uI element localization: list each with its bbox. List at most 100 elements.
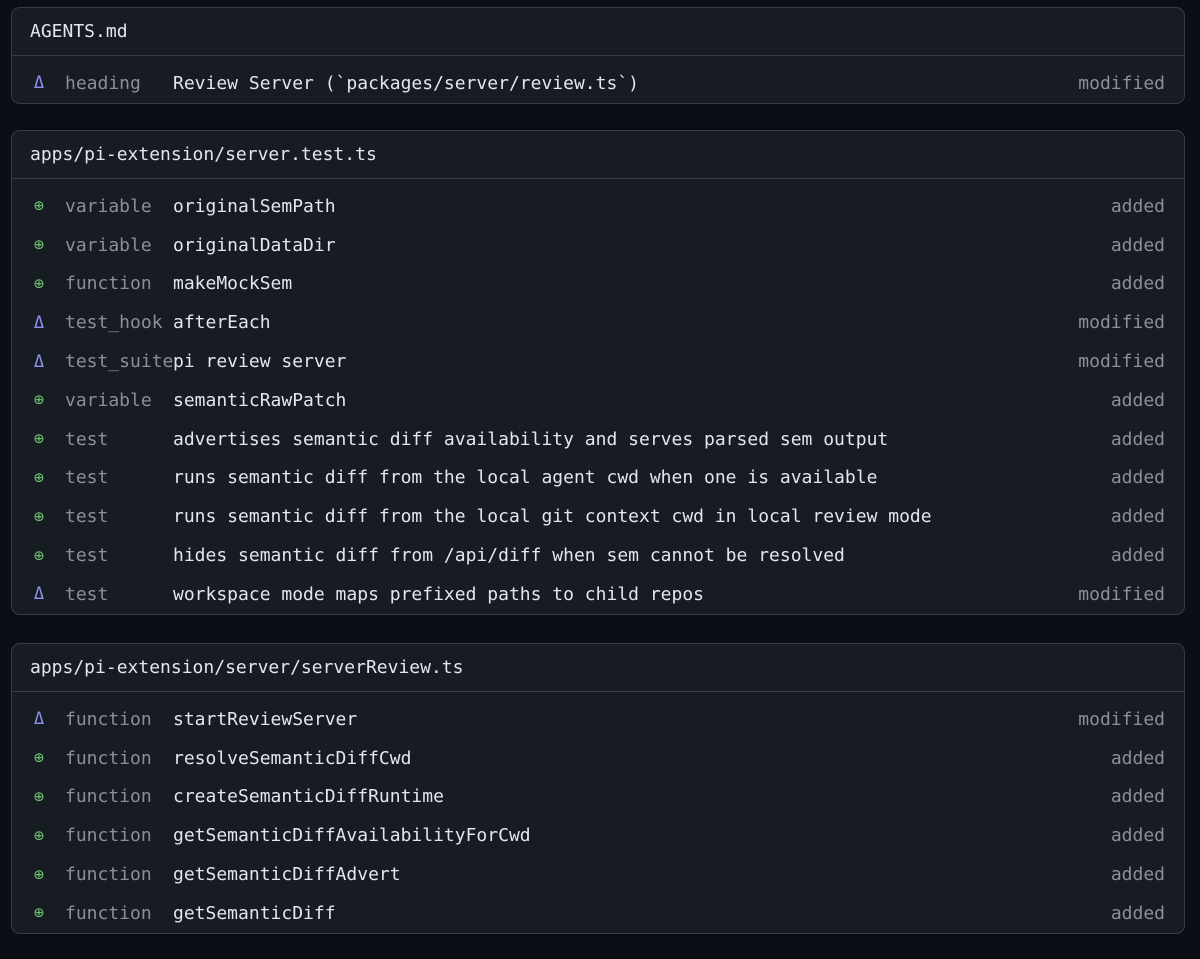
entity-name: semanticRawPatch: [173, 389, 347, 411]
change-row[interactable]: Δtest workspace mode maps prefixed paths …: [12, 575, 1184, 614]
change-status: added: [1110, 545, 1165, 567]
change-row[interactable]: Δfunction startReviewServer modified: [12, 700, 1184, 739]
entity-name: getSemanticDiff: [173, 902, 336, 924]
added-icon: ⊕: [33, 864, 45, 885]
entity-name: startReviewServer: [173, 708, 358, 730]
entity-name: runs semantic diff from the local agent …: [173, 467, 878, 489]
change-status: modified: [1078, 72, 1165, 94]
entity-kind: test: [65, 545, 109, 567]
entity-kind: variable: [65, 195, 152, 217]
change-status: modified: [1078, 708, 1165, 730]
added-icon: ⊕: [33, 506, 45, 527]
change-status: modified: [1078, 583, 1165, 605]
change-row[interactable]: ⊕ test hides semantic diff from /api/diff …: [12, 536, 1184, 575]
change-status: added: [1110, 234, 1165, 256]
file-path-header[interactable]: apps/pi-extension/server.test.ts: [12, 131, 1184, 179]
added-icon: ⊕: [33, 429, 45, 450]
entity-kind: function: [65, 825, 152, 847]
change-list: Δfunction startReviewServer modified ⊕ funct…: [12, 692, 1184, 933]
added-icon: ⊕: [33, 748, 45, 769]
change-status: added: [1110, 273, 1165, 295]
change-status: added: [1110, 825, 1165, 847]
entity-name: runs semantic diff from the local git co…: [173, 506, 932, 528]
entity-name: pi review server: [173, 351, 347, 373]
entity-name: getSemanticDiffAdvert: [173, 864, 401, 886]
change-row[interactable]: ⊕ function getSemanticDiffAvailabilityForC…: [12, 816, 1184, 855]
entity-kind: function: [65, 708, 152, 730]
modified-icon: Δ: [33, 709, 45, 730]
change-status: added: [1110, 389, 1165, 411]
entity-name: resolveSemanticDiffCwd: [173, 747, 412, 769]
added-icon: ⊕: [33, 273, 45, 294]
entity-name: Review Server (`packages/server/review.t…: [173, 72, 639, 94]
entity-name: advertises semantic diff availability an…: [173, 428, 889, 450]
entity-kind: function: [65, 786, 152, 808]
added-icon: ⊕: [33, 390, 45, 411]
change-row[interactable]: ⊕ function createSemanticDiffRuntime added: [12, 778, 1184, 817]
change-status: added: [1110, 428, 1165, 450]
entity-kind: test_hook: [65, 312, 163, 334]
entity-name: hides semantic diff from /api/diff when …: [173, 545, 845, 567]
added-icon: ⊕: [33, 786, 45, 807]
entity-kind: test: [65, 583, 109, 605]
added-icon: ⊕: [33, 196, 45, 217]
modified-icon: Δ: [33, 351, 45, 372]
entity-name: getSemanticDiffAvailabilityForCwd: [173, 825, 531, 847]
change-status: added: [1110, 747, 1165, 769]
change-row[interactable]: ⊕ function makeMockSem added: [12, 265, 1184, 304]
entity-name: createSemanticDiffRuntime: [173, 786, 444, 808]
added-icon: ⊕: [33, 825, 45, 846]
entity-kind: test: [65, 467, 109, 489]
change-row[interactable]: ⊕ variable semanticRawPatch added: [12, 381, 1184, 420]
semantic-diff-view: AGENTS.md Δheading Review Server (`package…: [0, 0, 1200, 959]
change-row[interactable]: Δtest_suite pi review server modified: [12, 342, 1184, 381]
change-status: added: [1110, 506, 1165, 528]
change-row[interactable]: ⊕ function getSemanticDiff added: [12, 894, 1184, 933]
entity-kind: variable: [65, 234, 152, 256]
entity-kind: test_suite: [65, 351, 174, 373]
change-row[interactable]: ⊕ variable originalSemPath added: [12, 187, 1184, 226]
change-status: added: [1110, 195, 1165, 217]
change-row[interactable]: Δtest_hook afterEach modified: [12, 303, 1184, 342]
change-row[interactable]: ⊕ variable originalDataDir added: [12, 226, 1184, 265]
file-card: apps/pi-extension/server/serverReview.ts…: [11, 643, 1185, 934]
entity-kind: function: [65, 747, 152, 769]
entity-kind: variable: [65, 389, 152, 411]
change-status: added: [1110, 786, 1165, 808]
entity-name: originalSemPath: [173, 195, 336, 217]
entity-kind: heading: [65, 72, 141, 94]
file-path-header[interactable]: apps/pi-extension/server/serverReview.ts: [12, 644, 1184, 692]
entity-kind: test: [65, 428, 109, 450]
change-row[interactable]: ⊕ function resolveSemanticDiffCwd added: [12, 739, 1184, 778]
change-row[interactable]: ⊕ function getSemanticDiffAdvert added: [12, 855, 1184, 894]
modified-icon: Δ: [33, 584, 45, 605]
change-row[interactable]: Δheading Review Server (`packages/server/…: [12, 64, 1184, 103]
entity-name: originalDataDir: [173, 234, 336, 256]
change-row[interactable]: ⊕ test advertises semantic diff availabili…: [12, 420, 1184, 459]
file-path-header[interactable]: AGENTS.md: [12, 8, 1184, 56]
entity-kind: function: [65, 902, 152, 924]
file-card: AGENTS.md Δheading Review Server (`package…: [11, 7, 1185, 104]
modified-icon: Δ: [33, 73, 45, 94]
change-status: modified: [1078, 312, 1165, 334]
added-icon: ⊕: [33, 903, 45, 924]
change-list: Δheading Review Server (`packages/server/…: [12, 56, 1184, 103]
added-icon: ⊕: [33, 467, 45, 488]
added-icon: ⊕: [33, 235, 45, 256]
entity-kind: test: [65, 506, 109, 528]
entity-name: workspace mode maps prefixed paths to ch…: [173, 583, 705, 605]
entity-name: afterEach: [173, 312, 271, 334]
entity-name: makeMockSem: [173, 273, 293, 295]
change-status: added: [1110, 864, 1165, 886]
added-icon: ⊕: [33, 545, 45, 566]
modified-icon: Δ: [33, 312, 45, 333]
change-list: ⊕ variable originalSemPath added ⊕ variable or…: [12, 179, 1184, 614]
change-row[interactable]: ⊕ test runs semantic diff from the local g…: [12, 497, 1184, 536]
entity-kind: function: [65, 273, 152, 295]
change-status: added: [1110, 467, 1165, 489]
entity-kind: function: [65, 864, 152, 886]
change-status: modified: [1078, 351, 1165, 373]
file-card: apps/pi-extension/server.test.ts ⊕ variabl…: [11, 130, 1185, 615]
change-status: added: [1110, 902, 1165, 924]
change-row[interactable]: ⊕ test runs semantic diff from the local a…: [12, 459, 1184, 498]
